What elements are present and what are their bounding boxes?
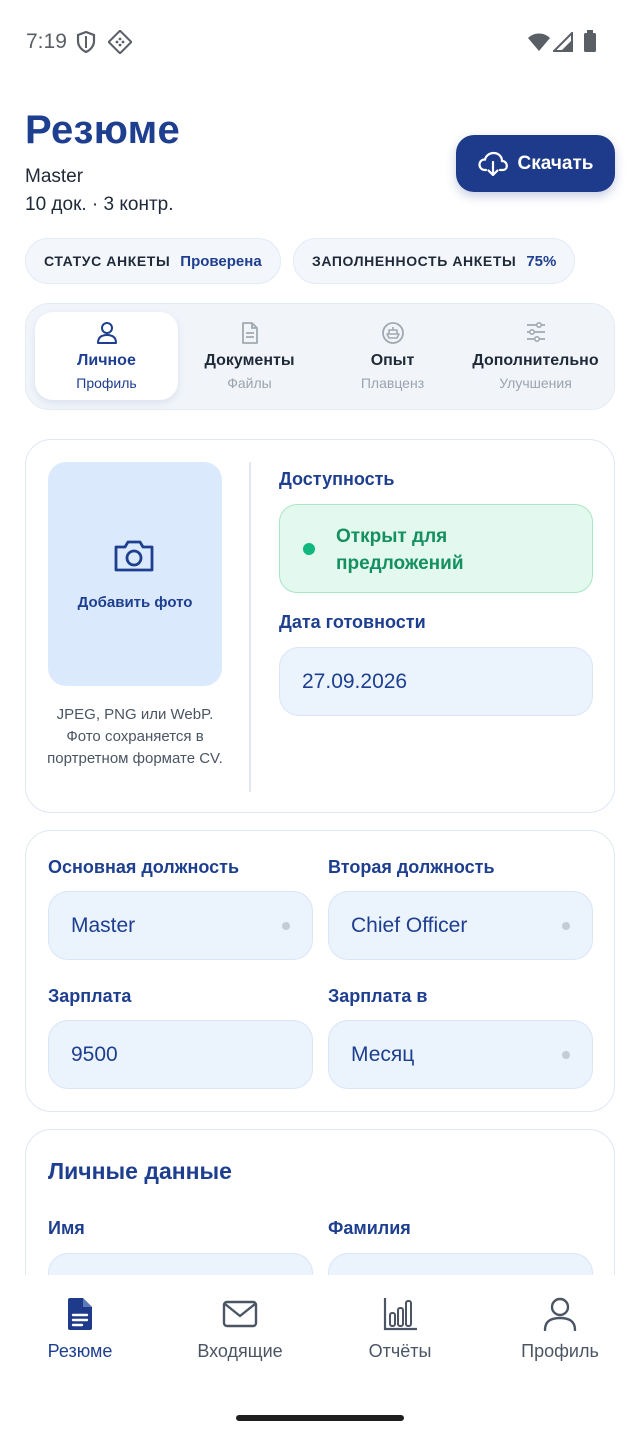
download-button[interactable]: Скачать — [456, 135, 615, 192]
mail-icon — [222, 1300, 258, 1328]
nav-profile[interactable]: Профиль — [480, 1297, 640, 1362]
camera-icon — [114, 540, 154, 572]
add-photo-label: Добавить фото — [77, 594, 193, 611]
dropdown-indicator — [282, 922, 290, 930]
availability-status-text: Открыт для предложений — [336, 526, 464, 574]
tab-personal[interactable]: Личное Профиль — [35, 312, 178, 400]
document-icon — [241, 322, 258, 344]
battery-icon — [584, 30, 596, 52]
chart-icon — [383, 1298, 417, 1331]
sliders-icon — [526, 321, 545, 343]
completeness-chip-key: ЗАПОЛНЕННОСТЬ АНКЕТЫ — [312, 253, 517, 269]
tab-documents-sub: Файлы — [227, 375, 272, 391]
job-card: Основная должность Вторая должность Mast… — [25, 830, 615, 1112]
secondary-position-value: Chief Officer — [351, 913, 468, 937]
salary-period-label: Зарплата в — [328, 986, 428, 1006]
status-chip-key: СТАТУС АНКЕТЫ — [44, 253, 171, 269]
ship-icon — [381, 322, 404, 344]
cloud-download-icon — [477, 151, 508, 176]
documents-meta: 10 док. · 3 контр. — [25, 194, 174, 215]
tab-documents[interactable]: Документы Файлы — [178, 312, 321, 400]
primary-position-label: Основная должность — [48, 857, 240, 877]
tab-personal-label: Личное — [77, 352, 136, 369]
salary-value: 9500 — [71, 1042, 118, 1066]
photo-availability-card: Добавить фото JPEG, PNG или WebP. Фото с… — [25, 439, 615, 813]
status-dot — [303, 543, 315, 555]
availability-label: Доступность — [279, 469, 395, 489]
dropdown-indicator — [562, 922, 570, 930]
status-time: 7:19 — [26, 30, 67, 53]
primary-position-select[interactable]: Master — [48, 891, 313, 960]
dropdown-indicator — [562, 1051, 570, 1059]
download-label: Скачать — [517, 152, 594, 174]
status-bar: 7:19 — [0, 0, 640, 84]
tab-experience-sub: Плавценз — [360, 375, 425, 391]
availability-status[interactable]: Открыт для предложений — [279, 504, 593, 593]
bottom-nav: Резюме Входящие Отчёты Профиль — [0, 1275, 640, 1437]
salary-input[interactable]: 9500 — [48, 1020, 313, 1089]
add-photo-button[interactable]: Добавить фото — [48, 462, 222, 686]
first-name-label: Имя — [48, 1218, 85, 1238]
divider — [249, 462, 251, 792]
nav-inbox-label: Входящие — [197, 1341, 283, 1361]
status-chip: СТАТУС АНКЕТЫ Проверена — [25, 238, 281, 284]
nav-icon — [108, 30, 132, 54]
status-chip-value: Проверена — [180, 252, 262, 270]
tab-additional[interactable]: Дополнительно Улучшения — [464, 312, 607, 400]
completeness-chip-value: 75% — [526, 252, 557, 270]
tab-additional-label: Дополнительно — [472, 352, 599, 369]
tab-experience[interactable]: Опыт Плавценз — [321, 312, 464, 400]
nav-reports[interactable]: Отчёты — [320, 1297, 480, 1362]
user-icon — [96, 322, 117, 344]
ready-date-value: 27.09.2026 — [302, 669, 408, 693]
tab-experience-label: Опыт — [370, 352, 415, 369]
salary-period-value: Месяц — [351, 1042, 415, 1066]
secondary-position-label: Вторая должность — [328, 857, 495, 877]
wifi-icon — [528, 33, 550, 51]
signal-icon — [553, 32, 573, 52]
section-tabs: Личное Профиль Документы Файлы Опыт Плав… — [25, 303, 615, 410]
ready-date-field[interactable]: 27.09.2026 — [279, 647, 593, 716]
position-label: Master — [25, 166, 84, 187]
resume-icon — [68, 1298, 92, 1330]
nav-resume[interactable]: Резюме — [0, 1297, 160, 1362]
nav-resume-label: Резюме — [47, 1341, 113, 1361]
completeness-chip: ЗАПОЛНЕННОСТЬ АНКЕТЫ 75% — [293, 238, 576, 284]
salary-period-select[interactable]: Месяц — [328, 1020, 593, 1089]
tab-additional-sub: Улучшения — [499, 375, 572, 391]
profile-icon — [543, 1297, 577, 1331]
home-indicator[interactable] — [236, 1415, 404, 1421]
salary-label: Зарплата — [48, 986, 132, 1006]
page-title: Резюме — [25, 108, 181, 152]
secondary-position-select[interactable]: Chief Officer — [328, 891, 593, 960]
nav-reports-label: Отчёты — [368, 1341, 432, 1361]
ready-date-label: Дата готовности — [279, 612, 426, 632]
nav-profile-label: Профиль — [521, 1341, 599, 1361]
photo-hint: JPEG, PNG или WebP. Фото сохраняется в п… — [47, 706, 223, 767]
shield-icon — [76, 31, 96, 53]
primary-position-value: Master — [71, 913, 136, 937]
tab-personal-sub: Профиль — [76, 375, 137, 391]
nav-inbox[interactable]: Входящие — [160, 1297, 320, 1362]
personal-data-title: Личные данные — [48, 1158, 232, 1184]
tab-documents-label: Документы — [204, 352, 295, 369]
last-name-label: Фамилия — [328, 1218, 411, 1238]
